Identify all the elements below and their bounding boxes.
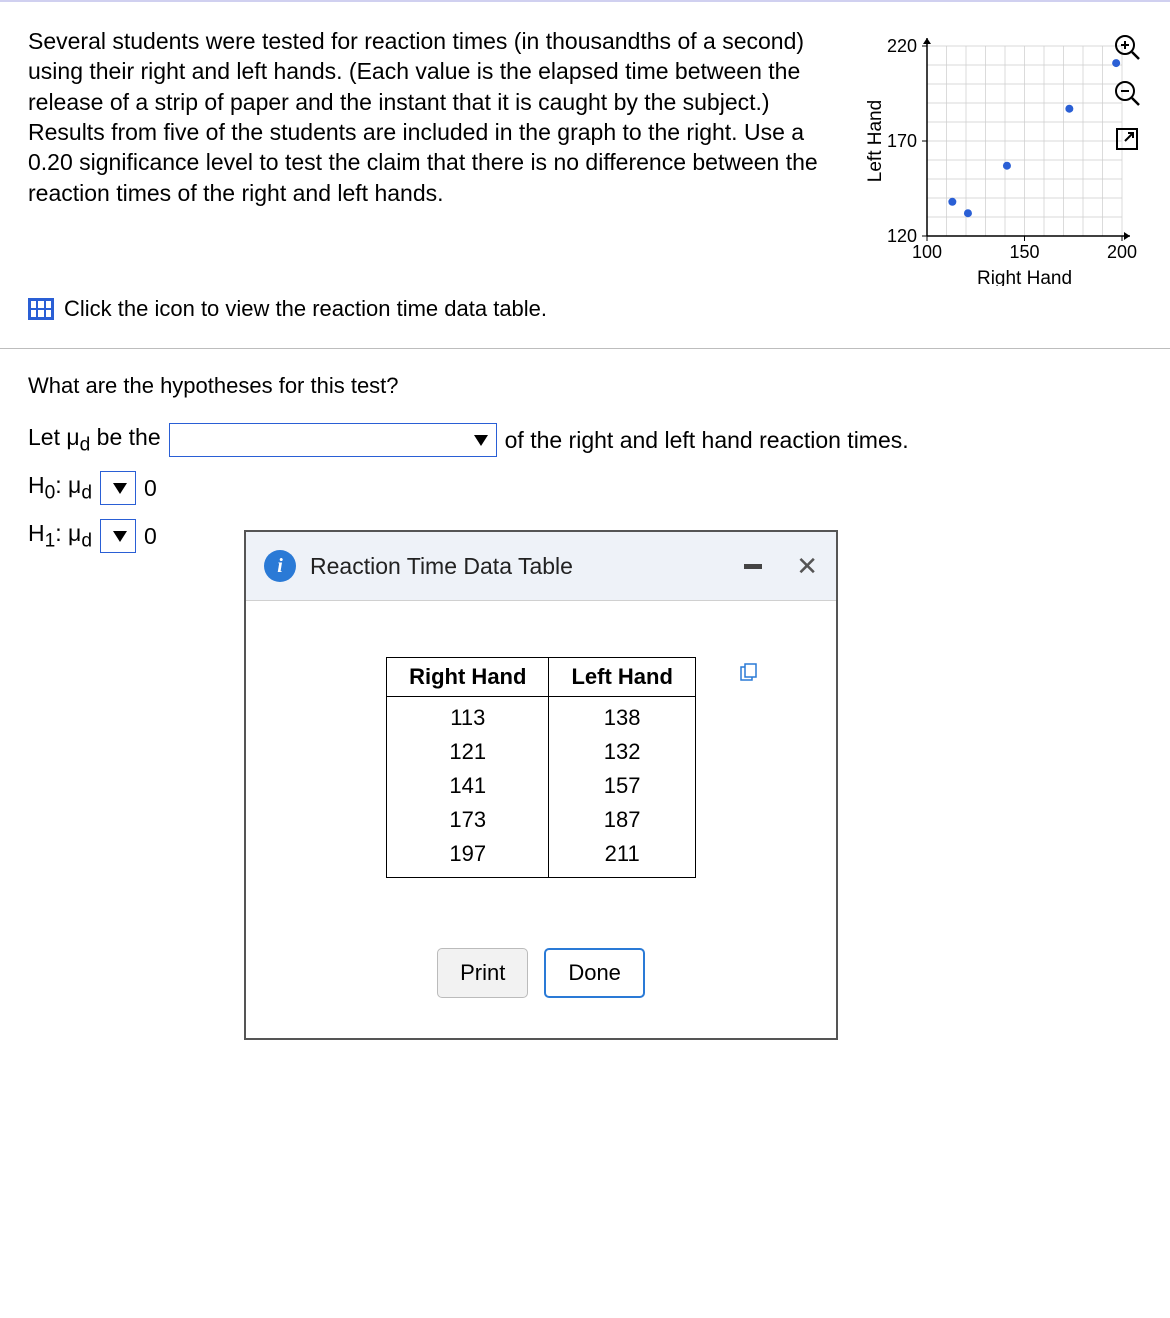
zoom-out-icon[interactable] [1110, 76, 1144, 110]
h1-operator-dropdown[interactable] [100, 519, 136, 553]
h0-value: 0 [144, 475, 157, 502]
close-icon[interactable]: ✕ [796, 551, 818, 582]
print-button[interactable]: Print [437, 948, 528, 998]
table-row: 141157 [387, 769, 696, 803]
modal-title: Reaction Time Data Table [310, 553, 730, 580]
table-header: Right Hand [387, 658, 549, 697]
table-row: 173187 [387, 803, 696, 837]
reaction-time-table: Right HandLeft Hand113138121132141157173… [386, 657, 696, 878]
chevron-down-icon [113, 531, 127, 542]
svg-text:Right Hand: Right Hand [977, 268, 1072, 286]
table-row: 197211 [387, 837, 696, 878]
h0-label: H0: μd [28, 472, 92, 505]
of-the-text: of the right and left hand reaction time… [505, 427, 909, 454]
svg-text:Left Hand: Left Hand [867, 100, 886, 182]
zoom-in-icon[interactable] [1110, 30, 1144, 64]
svg-text:220: 220 [887, 36, 917, 56]
svg-text:200: 200 [1107, 242, 1137, 262]
svg-text:150: 150 [1009, 242, 1039, 262]
table-icon[interactable] [28, 298, 54, 320]
table-row: 113138 [387, 697, 696, 736]
scatter-chart: 100150200120170220Right HandLeft Hand [867, 26, 1142, 286]
minimize-icon[interactable] [744, 564, 762, 569]
copy-icon[interactable] [740, 661, 758, 679]
view-data-table-link[interactable]: Click the icon to view the reaction time… [64, 296, 547, 322]
table-row: 121132 [387, 735, 696, 769]
chevron-down-icon [113, 483, 127, 494]
svg-text:170: 170 [887, 131, 917, 151]
let-mu-text: Let μd be the [28, 424, 161, 457]
h1-value: 0 [144, 523, 157, 550]
h0-operator-dropdown[interactable] [100, 471, 136, 505]
h1-label: H1: μd [28, 520, 92, 553]
data-table-modal: i Reaction Time Data Table ✕ Right HandL… [244, 530, 838, 1040]
mu-definition-dropdown[interactable] [169, 423, 497, 457]
question-title: What are the hypotheses for this test? [28, 373, 1142, 399]
done-button[interactable]: Done [544, 948, 645, 998]
table-header: Left Hand [549, 658, 695, 697]
popup-icon[interactable] [1110, 122, 1144, 156]
info-icon: i [264, 550, 296, 582]
problem-statement: Several students were tested for reactio… [28, 26, 847, 286]
chevron-down-icon [474, 435, 488, 446]
svg-text:120: 120 [887, 226, 917, 246]
